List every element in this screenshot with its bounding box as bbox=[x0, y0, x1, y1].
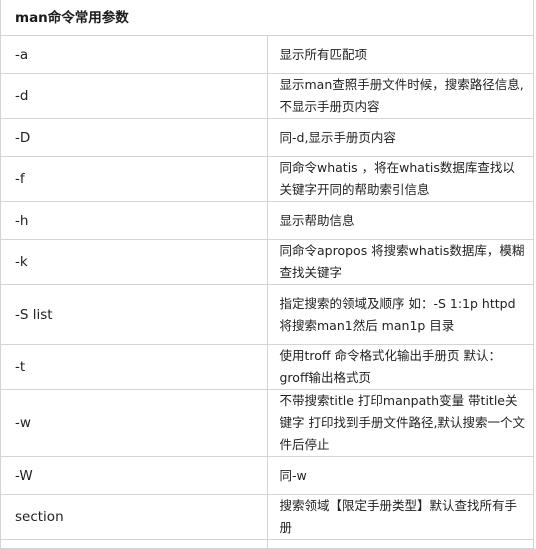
table-row: -S list 指定搜索的领域及顺序 如：-S 1:1p httpd 将搜索ma… bbox=[0, 284, 534, 345]
table-row: -k 同命令apropos 将搜索whatis数据库，模糊查找关键字 bbox=[0, 239, 534, 285]
desc-cell: 同命令apropos 将搜索whatis数据库，模糊查找关键字 bbox=[266, 239, 534, 285]
table-header-row: man命令常用参数 bbox=[0, 0, 534, 36]
param-cell: -h bbox=[0, 201, 268, 240]
table-row: -w 不带搜索title 打印manpath变量 带title关键字 打印找到手… bbox=[0, 389, 534, 457]
table-row: -a 显示所有匹配项 bbox=[0, 35, 534, 74]
desc-cell: 同-d,显示手册页内容 bbox=[266, 118, 534, 157]
table-row: -f 同命令whatis ，将在whatis数据库查找以关键字开同的帮助索引信息 bbox=[0, 156, 534, 202]
table-row: -h 显示帮助信息 bbox=[0, 201, 534, 240]
param-cell: -D bbox=[0, 118, 268, 157]
table-row: -t 使用troff 命令格式化输出手册页 默认：groff输出格式页 bbox=[0, 344, 534, 390]
man-params-table-container: man命令常用参数 -a 显示所有匹配项 -d 显示man查照手册文件时候，搜索… bbox=[0, 0, 534, 549]
table-row-partial bbox=[0, 539, 534, 549]
param-cell-empty bbox=[0, 539, 268, 549]
param-cell: section bbox=[0, 494, 268, 540]
param-cell: -W bbox=[0, 456, 268, 495]
param-cell: -a bbox=[0, 35, 268, 74]
desc-cell: 使用troff 命令格式化输出手册页 默认：groff输出格式页 bbox=[266, 344, 534, 390]
param-cell: -S list bbox=[0, 284, 268, 345]
table-row: section 搜索领域【限定手册类型】默认查找所有手册 bbox=[0, 494, 534, 540]
desc-cell: 不带搜索title 打印manpath变量 带title关键字 打印找到手册文件… bbox=[266, 389, 534, 457]
desc-cell-empty bbox=[266, 539, 534, 549]
desc-cell: 显示帮助信息 bbox=[266, 201, 534, 240]
table-row: -D 同-d,显示手册页内容 bbox=[0, 118, 534, 157]
desc-cell: 显示所有匹配项 bbox=[266, 35, 534, 74]
param-cell: -w bbox=[0, 389, 268, 457]
param-cell: -d bbox=[0, 73, 268, 119]
desc-cell: 同命令whatis ，将在whatis数据库查找以关键字开同的帮助索引信息 bbox=[266, 156, 534, 202]
param-cell: -t bbox=[0, 344, 268, 390]
table-row: -d 显示man查照手册文件时候，搜索路径信息,不显示手册页内容 bbox=[0, 73, 534, 119]
desc-cell: 搜索领域【限定手册类型】默认查找所有手册 bbox=[266, 494, 534, 540]
param-cell: -k bbox=[0, 239, 268, 285]
desc-cell: 同-w bbox=[266, 456, 534, 495]
desc-cell: 显示man查照手册文件时候，搜索路径信息,不显示手册页内容 bbox=[266, 73, 534, 119]
desc-cell: 指定搜索的领域及顺序 如：-S 1:1p httpd 将搜索man1然后 man… bbox=[266, 284, 534, 345]
param-cell: -f bbox=[0, 156, 268, 202]
table-row: -W 同-w bbox=[0, 456, 534, 495]
man-params-table: man命令常用参数 -a 显示所有匹配项 -d 显示man查照手册文件时候，搜索… bbox=[0, 0, 534, 549]
table-title: man命令常用参数 bbox=[0, 0, 534, 36]
